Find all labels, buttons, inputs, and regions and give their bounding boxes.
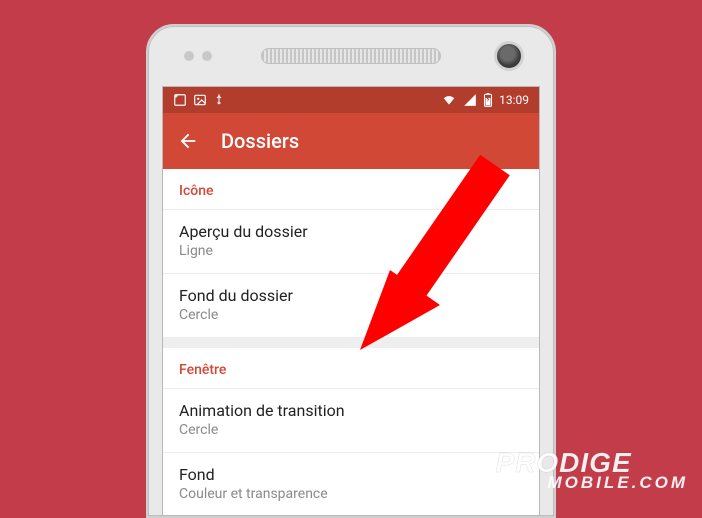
settings-list: Icône Aperçu du dossier Ligne Fond du do… [163, 169, 539, 516]
item-subtitle: Ligne [179, 243, 523, 259]
section-header-icone: Icône [163, 169, 539, 210]
item-subtitle: Cercle [179, 422, 523, 438]
phone-top [148, 26, 554, 86]
item-fond-dossier[interactable]: Fond du dossier Cercle [163, 274, 539, 338]
item-title: Aperçu du dossier [179, 222, 523, 241]
item-subtitle: Cercle [179, 307, 523, 323]
section-header-fenetre: Fenêtre [163, 348, 539, 389]
item-title: Fond [179, 465, 523, 484]
image-icon [193, 93, 207, 107]
screenshot-icon [173, 93, 187, 107]
item-fond[interactable]: Fond Couleur et transparence [163, 453, 539, 516]
back-icon[interactable] [177, 130, 199, 152]
watermark-line2: MOBILE.COM [548, 475, 689, 490]
usb-icon [213, 93, 225, 107]
sensor-dots [184, 51, 212, 61]
item-title: Animation de transition [179, 401, 523, 420]
phone-screen: 13:09 Dossiers Icône Aperçu du dossier L… [162, 86, 540, 516]
page-title: Dossiers [221, 129, 299, 153]
phone-frame: 13:09 Dossiers Icône Aperçu du dossier L… [146, 24, 556, 518]
app-bar: Dossiers [163, 113, 539, 169]
item-title: Fond du dossier [179, 286, 523, 305]
status-time: 13:09 [499, 93, 529, 107]
item-animation-transition[interactable]: Animation de transition Cercle [163, 389, 539, 453]
wifi-icon [441, 93, 457, 107]
earpiece-speaker [261, 48, 441, 64]
status-bar: 13:09 [163, 87, 539, 113]
signal-icon [463, 93, 477, 107]
front-camera [494, 41, 524, 71]
item-apercu-dossier[interactable]: Aperçu du dossier Ligne [163, 210, 539, 274]
battery-icon [483, 93, 493, 107]
